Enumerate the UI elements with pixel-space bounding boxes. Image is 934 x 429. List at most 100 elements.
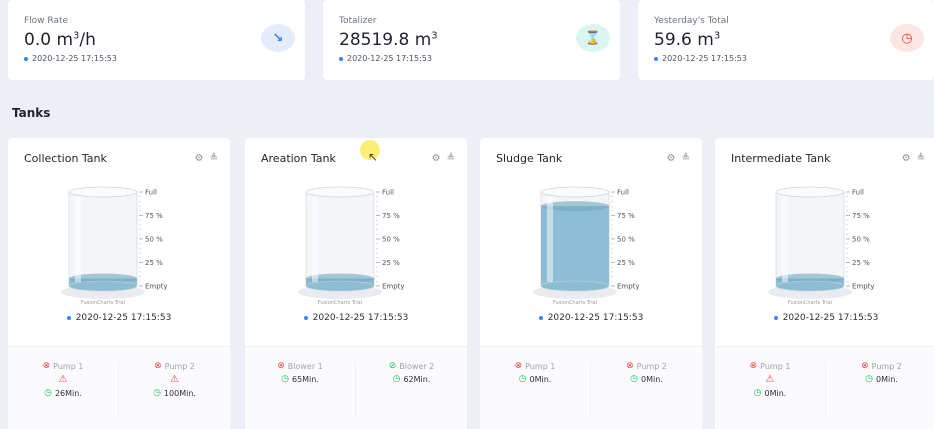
tank-tick-label: 25 %: [382, 259, 400, 267]
clock-icon: ◷: [44, 388, 52, 398]
settings-icon[interactable]: ⚙: [667, 153, 676, 164]
settings-icon[interactable]: ⚙: [902, 153, 911, 164]
tank-tick-label: 50 %: [852, 236, 870, 244]
chart-watermark: FusionCharts Trial: [553, 300, 597, 306]
clock-icon: ◷: [753, 388, 762, 398]
x-circle-icon: ⊗: [514, 361, 523, 371]
equipment-name: Pump 1: [525, 361, 556, 371]
x-circle-icon: ⊗: [749, 361, 758, 371]
equipment-status: ⊗ Pump 2 ⚠ ◷ 100Min.: [119, 361, 230, 398]
stat-card-yesterday-total: Yesterday's Total 59.6 m3 2020-12-25 17:…: [638, 0, 934, 80]
equipment-name: Pump 1: [760, 361, 791, 371]
section-title: Tanks: [12, 106, 51, 120]
stat-value: 28519.8 m3: [339, 30, 438, 50]
tank-equipment-panel: ⊗ Blower 1 ◷ 65Min. ⊘ Blower 2 ◷ 62Min.: [245, 346, 467, 429]
clock-icon: ◷: [865, 374, 874, 384]
equipment-runtime: 100Min.: [163, 388, 196, 398]
tank-title: Intermediate Tank: [731, 151, 831, 165]
equipment-runtime: 26Min.: [54, 388, 82, 398]
stat-timestamp: 2020-12-25 17:15:53: [654, 54, 918, 63]
x-circle-icon: ⊗: [277, 361, 285, 371]
tank-tick-label: 25 %: [145, 259, 163, 267]
tank-gauge: Full 75 % 50 % 25 % Empty FusionCharts Trial: [61, 186, 168, 306]
settings-icon[interactable]: ⚙: [195, 153, 204, 164]
warning-triangle-icon: ⚠: [58, 374, 68, 385]
x-circle-icon: ⊗: [42, 361, 51, 371]
tank-card: Collection Tank ⚙ ≜ Full 75 % 50 % 25 % Empt…: [8, 138, 230, 429]
tank-gauge: Full 75 % 50 % 25 % Empty FusionCharts Trial: [298, 186, 405, 306]
mouse-cursor-icon: ↖: [368, 150, 379, 164]
stat-label: Yesterday's Total: [654, 16, 729, 26]
tank-tick-label: Empty: [617, 283, 640, 291]
stat-timestamp: 2020-12-25 17:15:53: [24, 54, 289, 63]
tank-equipment-panel: ⊗ Pump 1 ⚠ ◷ 0Min. ⊗ Pump 2 ◷ 0Min.: [715, 346, 934, 429]
tank-card: Intermediate Tank ⚙ ≜ Full 75 % 50 % 25 % Em…: [715, 138, 934, 429]
tank-tick-label: Empty: [852, 283, 875, 291]
tank-tick-label: 75 %: [852, 212, 870, 220]
equipment-runtime: 0Min.: [641, 374, 663, 384]
chart-watermark: FusionCharts Trial: [318, 300, 362, 306]
tank-equipment-panel: ⊗ Pump 1 ⚠ ◷ 26Min. ⊗ Pump 2 ⚠ ◷ 100Min.: [8, 346, 230, 429]
trend-down-icon: ↘: [261, 24, 295, 52]
x-circle-icon: ⊗: [154, 361, 162, 371]
tank-gauge: Full 75 % 50 % 25 % Empty FusionCharts Trial: [768, 186, 875, 306]
settings-icon[interactable]: ⚙: [432, 153, 441, 164]
equipment-runtime: 0Min.: [876, 374, 898, 384]
stat-timestamp: 2020-12-25 17:15:53: [339, 54, 604, 63]
equipment-runtime: 65Min.: [291, 374, 319, 384]
stat-value: 0.0 m3/h: [24, 30, 96, 50]
equipment-runtime: 0Min.: [764, 388, 787, 398]
download-icon[interactable]: ≜: [210, 153, 218, 164]
equipment-name: Blower 2: [399, 361, 435, 371]
equipment-name: Pump 2: [164, 361, 195, 371]
equipment-status: ⊗ Pump 2 ◷ 0Min.: [826, 361, 934, 384]
tank-title: Collection Tank: [24, 151, 107, 165]
download-icon[interactable]: ≜: [447, 153, 455, 164]
tank-title: Areation Tank: [261, 151, 336, 165]
x-circle-icon: ⊗: [861, 361, 869, 371]
clock-icon: ◷: [890, 24, 924, 52]
tank-card: Areation Tank ⚙ ≜ Full 75 % 50 % 25 % Empty …: [245, 138, 467, 429]
equipment-status: ⊗ Pump 2 ◷ 0Min.: [591, 361, 702, 384]
clock-icon: ◷: [630, 374, 639, 384]
tank-equipment-panel: ⊗ Pump 1 ◷ 0Min. ⊗ Pump 2 ◷ 0Min.: [480, 346, 702, 429]
tank-timestamp: 2020-12-25 17:15:53: [245, 313, 467, 323]
clock-icon: ◷: [392, 374, 401, 384]
equipment-status: ⊗ Pump 1 ◷ 0Min.: [480, 361, 591, 417]
equipment-runtime: 0Min.: [529, 374, 552, 384]
stat-label: Flow Rate: [24, 16, 69, 26]
tank-tick-label: 50 %: [617, 236, 635, 244]
tank-tick-label: 75 %: [145, 212, 163, 220]
tank-timestamp: 2020-12-25 17:15:53: [715, 313, 934, 323]
equipment-name: Blower 1: [287, 361, 323, 371]
equipment-status: ⊗ Blower 1 ◷ 65Min.: [245, 361, 356, 417]
tank-tick-label: 75 %: [617, 212, 635, 220]
equipment-status: ⊘ Blower 2 ◷ 62Min.: [356, 361, 467, 384]
chart-watermark: FusionCharts Trial: [788, 300, 832, 306]
tank-tick-label: Full: [382, 189, 394, 197]
equipment-runtime: 62Min.: [403, 374, 431, 384]
tank-tick-label: 50 %: [145, 236, 163, 244]
download-icon[interactable]: ≜: [917, 153, 925, 164]
tank-tick-label: Full: [617, 189, 629, 197]
chart-watermark: FusionCharts Trial: [81, 300, 125, 306]
tank-title: Sludge Tank: [496, 151, 563, 165]
tank-tick-label: 50 %: [382, 236, 400, 244]
tank-tick-label: 75 %: [382, 212, 400, 220]
equipment-name: Pump 2: [871, 361, 902, 371]
stat-card-flow-rate: Flow Rate 0.0 m3/h 2020-12-25 17:15:53 ↘: [8, 0, 305, 80]
stat-card-totalizer: Totalizer 28519.8 m3 2020-12-25 17:15:53…: [323, 0, 620, 80]
stat-label: Totalizer: [339, 16, 377, 26]
equipment-status: ⊗ Pump 1 ⚠ ◷ 0Min.: [715, 361, 826, 417]
tank-card: Sludge Tank ⚙ ≜ Full 75 % 50 % 25 % Empty Fu…: [480, 138, 702, 429]
warning-triangle-icon: ⚠: [765, 374, 775, 385]
x-circle-icon: ⊗: [626, 361, 634, 371]
clock-icon: ◷: [281, 374, 289, 384]
tank-gauge: Full 75 % 50 % 25 % Empty FusionCharts Trial: [533, 186, 640, 306]
tank-tick-label: 25 %: [852, 259, 870, 267]
clock-icon: ◷: [518, 374, 527, 384]
tank-tick-label: Full: [852, 189, 864, 197]
download-icon[interactable]: ≜: [682, 153, 690, 164]
tank-tick-label: Empty: [145, 283, 168, 291]
equipment-status: ⊗ Pump 1 ⚠ ◷ 26Min.: [8, 361, 119, 417]
